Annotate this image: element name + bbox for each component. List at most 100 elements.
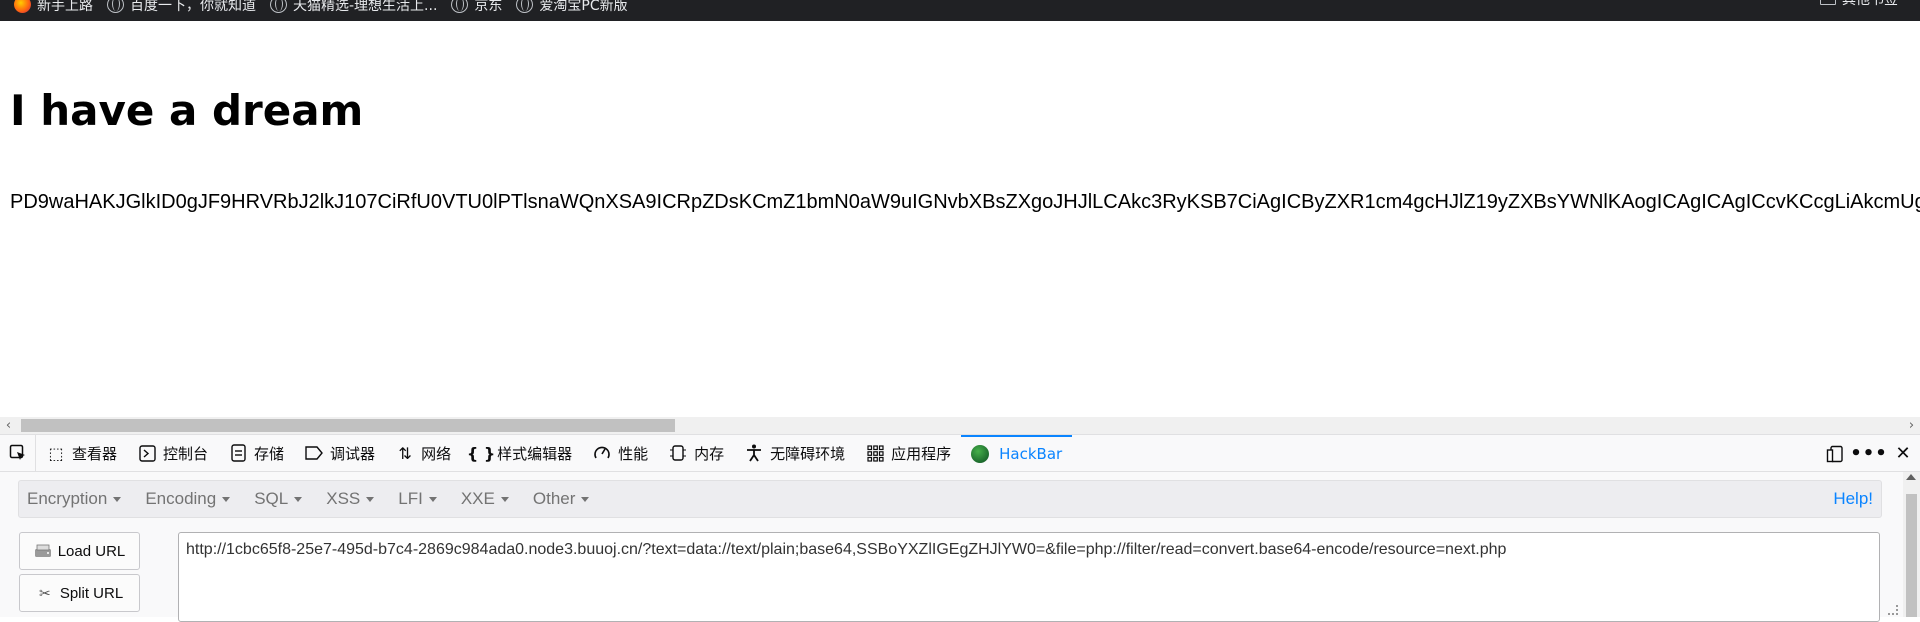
devtools-controls: ••• ✕ bbox=[1818, 435, 1920, 472]
tab-label: HackBar bbox=[999, 445, 1063, 463]
tab-label: 性能 bbox=[618, 444, 649, 463]
split-url-label: Split URL bbox=[59, 584, 124, 602]
tab-accessibility[interactable]: 无障碍环境 bbox=[734, 435, 855, 472]
globe-icon bbox=[451, 0, 469, 13]
bookmark-label: 京东 bbox=[474, 0, 503, 14]
bookmark-jd[interactable]: 京东 bbox=[437, 0, 502, 15]
tab-network[interactable]: ⇅ 网络 bbox=[385, 435, 461, 472]
application-icon bbox=[865, 443, 885, 463]
chevron-down-icon bbox=[294, 496, 303, 502]
scissors-icon: ✂ bbox=[38, 584, 51, 601]
menu-label: Encoding bbox=[145, 489, 217, 508]
tab-label: 样式编辑器 bbox=[497, 444, 573, 463]
scrollbar-thumb[interactable] bbox=[21, 419, 675, 432]
tab-label: 内存 bbox=[694, 444, 725, 463]
console-icon bbox=[137, 443, 157, 463]
close-devtools-button[interactable]: ✕ bbox=[1886, 435, 1920, 472]
scroll-right-icon[interactable]: › bbox=[1903, 417, 1920, 434]
menu-label: Other bbox=[532, 489, 576, 508]
bookmark-label: 天猫精选-理想生活上... bbox=[293, 0, 438, 14]
storage-icon bbox=[228, 443, 248, 463]
menu-encryption[interactable]: Encryption bbox=[19, 489, 129, 509]
chevron-down-icon bbox=[581, 496, 590, 502]
accessibility-icon bbox=[744, 443, 764, 463]
picker-icon bbox=[9, 444, 25, 460]
tab-storage[interactable]: 存储 bbox=[218, 435, 294, 472]
menu-other[interactable]: Other bbox=[525, 489, 598, 509]
performance-icon bbox=[592, 443, 612, 463]
inspector-icon: ⬚ bbox=[48, 443, 64, 463]
tab-label: 无障碍环境 bbox=[770, 444, 846, 463]
scroll-up-icon[interactable] bbox=[1906, 474, 1916, 480]
page-content: I have a dream PD9waHAKJGlkID0gJF9HRVRbJ… bbox=[0, 21, 1920, 417]
tab-style-editor[interactable]: { } 样式编辑器 bbox=[461, 435, 582, 472]
folder-icon bbox=[1820, 0, 1836, 5]
tab-performance[interactable]: 性能 bbox=[582, 435, 658, 472]
chevron-down-icon bbox=[113, 496, 122, 502]
bookmark-aitaobao[interactable]: 爱淘宝PC新版 bbox=[502, 0, 628, 15]
tab-memory[interactable]: 内存 bbox=[658, 435, 734, 472]
menu-sql[interactable]: SQL bbox=[246, 489, 310, 509]
hackbar-panel: Encryption Encoding SQL XSS LFI XXE Othe… bbox=[0, 472, 1920, 622]
more-options-button[interactable]: ••• bbox=[1850, 435, 1888, 472]
bookmark-other[interactable]: 其他书签 bbox=[1806, 0, 1898, 9]
bookmark-xinshou[interactable]: 新手上路 bbox=[0, 0, 93, 15]
tab-inspector[interactable]: ⬚ 查看器 bbox=[36, 435, 127, 472]
page-heading: I have a dream bbox=[10, 86, 364, 135]
menu-encoding[interactable]: Encoding bbox=[137, 489, 238, 509]
vertical-scrollbar[interactable] bbox=[1903, 472, 1920, 617]
tab-label: 存储 bbox=[254, 444, 285, 463]
dock-icon bbox=[1826, 445, 1843, 462]
scroll-left-icon[interactable]: ‹ bbox=[0, 417, 17, 434]
globe-icon bbox=[516, 0, 534, 13]
bookmark-label: 百度一下，你就知道 bbox=[130, 0, 256, 14]
memory-icon bbox=[668, 443, 688, 463]
tab-application[interactable]: 应用程序 bbox=[855, 435, 961, 472]
chevron-down-icon bbox=[222, 496, 231, 502]
hackbar-icon bbox=[971, 445, 990, 463]
more-icon: ••• bbox=[1850, 443, 1888, 464]
hackbar-menu: Encryption Encoding SQL XSS LFI XXE Othe… bbox=[18, 480, 1882, 518]
tab-label: 网络 bbox=[421, 444, 452, 463]
tab-label: 控制台 bbox=[163, 444, 209, 463]
tab-debugger[interactable]: 调试器 bbox=[294, 435, 385, 472]
chevron-down-icon bbox=[428, 496, 437, 502]
tab-hackbar[interactable]: HackBar bbox=[961, 434, 1073, 472]
style-editor-icon: { } bbox=[466, 443, 496, 463]
tab-label: 应用程序 bbox=[891, 444, 952, 463]
element-picker-button[interactable] bbox=[0, 434, 36, 472]
menu-xss[interactable]: XSS bbox=[318, 489, 382, 509]
close-icon: ✕ bbox=[1895, 443, 1911, 464]
globe-icon bbox=[270, 0, 287, 13]
scrollbar-thumb[interactable] bbox=[1906, 494, 1917, 617]
bookmarks-bar: 新手上路 百度一下，你就知道 天猫精选-理想生活上... 京东 爱淘宝PC新版 … bbox=[0, 0, 1920, 21]
dock-toggle-button[interactable] bbox=[1818, 435, 1852, 472]
help-link[interactable]: Help! bbox=[1833, 489, 1873, 509]
tab-label: 调试器 bbox=[330, 444, 376, 463]
tab-console[interactable]: 控制台 bbox=[127, 435, 218, 472]
menu-label: LFI bbox=[398, 489, 423, 508]
menu-lfi[interactable]: LFI bbox=[390, 489, 445, 509]
menu-label: SQL bbox=[254, 489, 289, 508]
devtools-toolbar: ⬚ 查看器 控制台 存储 调试器 ⇅ 网络 { } 样式编辑器 性能 内存 无障… bbox=[0, 434, 1920, 472]
tab-label: 查看器 bbox=[72, 444, 118, 463]
horizontal-scrollbar[interactable]: ‹ › bbox=[0, 417, 1920, 434]
resize-grip-icon[interactable] bbox=[1888, 605, 1898, 615]
menu-label: Encryption bbox=[27, 489, 108, 508]
menu-label: XXE bbox=[460, 489, 495, 508]
network-icon: ⇅ bbox=[398, 443, 412, 463]
bookmark-label: 爱淘宝PC新版 bbox=[539, 0, 628, 14]
menu-xxe[interactable]: XXE bbox=[453, 489, 517, 509]
chevron-down-icon bbox=[500, 496, 509, 502]
split-url-button[interactable]: ✂ Split URL bbox=[19, 574, 140, 612]
menu-label: XSS bbox=[326, 489, 361, 508]
bookmark-tmall[interactable]: 天猫精选-理想生活上... bbox=[256, 0, 437, 15]
load-url-button[interactable]: Load URL bbox=[19, 532, 140, 570]
bookmark-label: 其他书签 bbox=[1842, 0, 1898, 9]
globe-icon bbox=[107, 0, 124, 13]
chevron-down-icon bbox=[366, 496, 375, 502]
bookmark-baidu[interactable]: 百度一下，你就知道 bbox=[93, 0, 256, 15]
url-textarea[interactable]: http://1cbc65f8-25e7-495d-b7c4-2869c984a… bbox=[178, 532, 1880, 622]
firefox-icon bbox=[14, 0, 31, 13]
load-url-icon bbox=[34, 543, 52, 559]
